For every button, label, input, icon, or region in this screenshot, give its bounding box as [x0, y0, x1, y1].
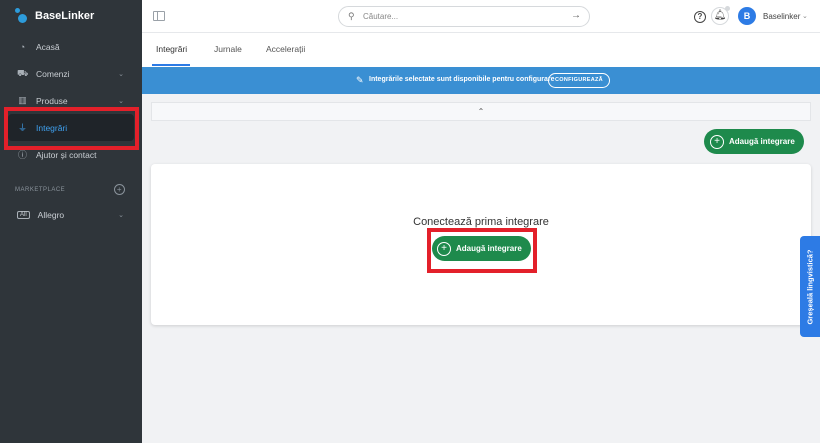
active-tab-indicator	[152, 64, 190, 66]
search-icon: ⚲	[348, 11, 355, 21]
sidebar-item-home[interactable]: ◔ Acasă	[0, 33, 142, 60]
cart-icon: ⛟	[17, 67, 29, 78]
help-icon: ⓘ	[17, 150, 27, 160]
button-label: Adaugă integrare	[456, 244, 522, 253]
tab-accelerations[interactable]: Accelerații	[266, 44, 305, 54]
help-icon[interactable]: ?	[694, 11, 706, 23]
sidebar-item-label: Produse	[36, 95, 68, 106]
brand-name: BaseLinker	[35, 10, 95, 22]
brand-logo[interactable]: BaseLinker	[0, 0, 142, 32]
banner-text: Integrările selectate sunt disponibile p…	[369, 76, 555, 83]
sidebar: BaseLinker ◔ Acasă ⛟ Comenzi ⌄ ▥ Produse…	[0, 0, 142, 443]
sidebar-item-label: Allegro	[37, 209, 65, 220]
add-integration-button[interactable]: + Adaugă integrare	[704, 129, 804, 154]
configure-button[interactable]: CONFIGUREAZĂ	[548, 73, 610, 88]
avatar[interactable]: B	[738, 7, 756, 25]
sidebar-item-products[interactable]: ▥ Produse ⌄	[0, 87, 142, 114]
add-marketplace-icon[interactable]: +	[114, 184, 125, 195]
info-banner: ✎ Integrările selectate sunt disponibile…	[142, 67, 820, 94]
arrow-right-icon[interactable]: →	[571, 10, 581, 21]
magic-wand-icon: ✎	[356, 75, 364, 85]
language-feedback-tab[interactable]: Greșeală lingvistică?	[800, 236, 820, 337]
empty-state-card: Conectează prima integrare + Adaugă inte…	[151, 164, 811, 325]
chevron-down-icon: ⌄	[118, 70, 124, 78]
chevron-down-icon: ⌄	[118, 211, 124, 219]
chevron-down-icon[interactable]: ⌄	[802, 12, 808, 20]
section-label: MARKETPLACE	[15, 186, 66, 193]
button-label: Adaugă integrare	[729, 137, 795, 146]
sidebar-item-allegro[interactable]: All Allegro ⌄	[0, 201, 142, 228]
tab-integrations[interactable]: Integrări	[156, 44, 187, 54]
sidebar-item-label: Integrări	[36, 122, 68, 133]
chevron-up-icon: ⌃	[477, 107, 485, 116]
tab-bar: Integrări Jurnale Accelerații	[142, 33, 820, 67]
collapse-toggle[interactable]: ⌃	[151, 102, 811, 121]
baselinker-logo-icon	[15, 8, 29, 24]
all-badge: All	[17, 210, 30, 219]
sidebar-item-label: Comenzi	[36, 68, 70, 79]
chevron-down-icon: ⌄	[118, 97, 124, 105]
sidebar-item-orders[interactable]: ⛟ Comenzi ⌄	[0, 60, 142, 87]
marketplace-section: MARKETPLACE +	[0, 174, 142, 201]
user-menu[interactable]: Baselinker	[763, 12, 800, 21]
sidebar-item-label: Ajutor și contact	[36, 149, 97, 160]
search-bar: ⚲ →	[338, 6, 590, 27]
empty-state-title: Conectează prima integrare	[413, 216, 549, 228]
plug-icon: ⏚	[17, 123, 27, 133]
plus-icon: +	[437, 241, 451, 256]
feedback-label: Greșeală lingvistică?	[805, 248, 815, 325]
dashboard-icon: ◔	[19, 41, 26, 52]
sidebar-item-label: Acasă	[36, 41, 60, 52]
plus-icon: +	[710, 134, 724, 149]
notification-dot	[725, 6, 730, 11]
sidebar-item-integrations[interactable]: ⏚ Integrări	[8, 114, 134, 141]
tab-logs[interactable]: Jurnale	[214, 44, 242, 54]
topbar: ⚲ → ? 🔔︎ B Baselinker ⌄	[142, 0, 820, 33]
sidebar-item-help[interactable]: ⓘ Ajutor și contact	[0, 141, 142, 168]
search-input[interactable]	[363, 10, 563, 23]
products-icon: ▥	[18, 95, 27, 105]
sidebar-toggle-icon[interactable]	[153, 11, 165, 21]
add-first-integration-button[interactable]: + Adaugă integrare	[432, 236, 531, 261]
